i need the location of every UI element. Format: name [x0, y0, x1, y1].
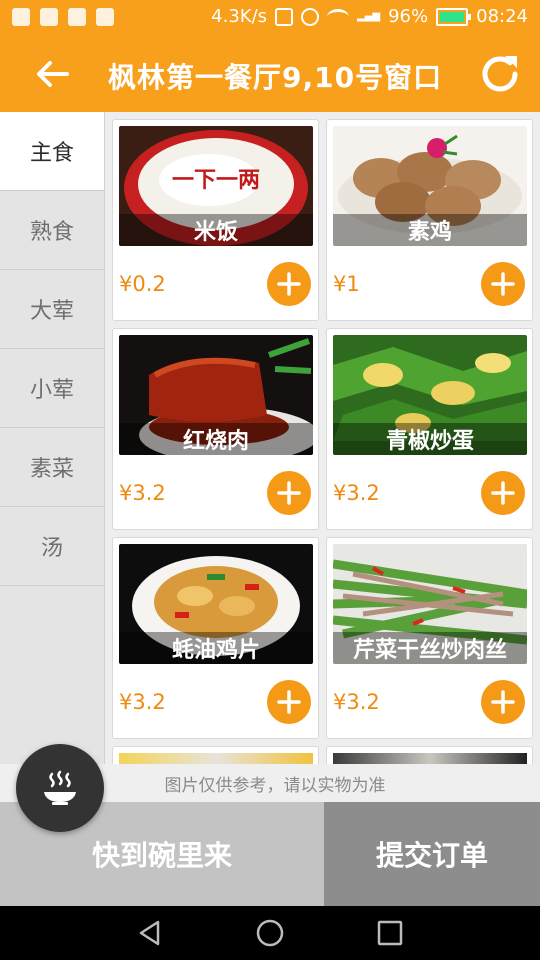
dish-card[interactable]: 青椒炒蛋 ¥3.2	[326, 328, 533, 530]
rice-photo-caption: 一下一两	[171, 168, 260, 193]
add-to-cart-button[interactable]	[267, 471, 311, 515]
dish-photo: 红烧肉	[119, 335, 313, 455]
dish-photo: 芹菜干丝炒肉丝	[333, 544, 527, 664]
category-label: 汤	[40, 536, 63, 561]
dish-card[interactable]: 蚝油鸡片 ¥3.2	[112, 537, 319, 739]
dish-photo	[333, 753, 527, 764]
category-item-small-meat[interactable]: 小荤	[0, 349, 104, 428]
dish-card[interactable]: 素鸡 ¥1	[326, 119, 533, 321]
category-label: 熟食	[29, 220, 74, 245]
status-bar: 4.3K/s ▂▄▆ 96% 08:24	[0, 0, 540, 36]
dish-photo: 一下一两 米饭	[119, 126, 313, 246]
square-recents-icon	[377, 920, 403, 946]
arrow-left-icon	[37, 61, 69, 87]
status-right: 4.3K/s ▂▄▆ 96% 08:24	[211, 6, 528, 27]
dish-price: ¥0.2	[119, 272, 166, 296]
dish-name: 芹菜干丝炒肉丝	[352, 638, 507, 663]
plus-icon	[491, 272, 515, 296]
dish-card-partial[interactable]	[326, 746, 533, 764]
system-nav-bar	[0, 906, 540, 960]
plus-icon	[277, 690, 301, 714]
submit-button-label: 提交订单	[375, 839, 488, 872]
add-to-cart-button[interactable]	[481, 471, 525, 515]
notification-icons	[12, 8, 114, 26]
signal-icon: ▂▄▆	[357, 10, 381, 22]
category-label: 素菜	[29, 457, 74, 482]
bowl-cart-fab[interactable]	[16, 744, 104, 832]
dish-price: ¥3.2	[333, 481, 380, 505]
dish-photo: 青椒炒蛋	[333, 335, 527, 455]
category-sidebar: 主食 熟食 大荤 小荤 素菜 汤	[0, 112, 105, 764]
dish-card[interactable]: 芹菜干丝炒肉丝 ¥3.2	[326, 537, 533, 739]
dish-name-strip: 青椒炒蛋	[333, 423, 527, 455]
category-item-vegetable[interactable]: 素菜	[0, 428, 104, 507]
vibrate-icon	[275, 7, 294, 26]
add-to-cart-button[interactable]	[481, 680, 525, 724]
disclaimer-text: 图片仅供参考，请以实物为准	[164, 775, 386, 796]
refresh-icon	[482, 56, 518, 92]
dish-card[interactable]: 一下一两 米饭 ¥0.2	[112, 119, 319, 321]
alarm-icon	[301, 7, 320, 26]
add-to-cart-button[interactable]	[481, 262, 525, 306]
category-item-cooked[interactable]: 熟食	[0, 191, 104, 270]
notification-icon	[12, 8, 30, 26]
nav-home-button[interactable]	[240, 906, 300, 960]
app-bar: 枫林第一餐厅9,10号窗口	[0, 36, 540, 112]
battery-percent: 96%	[388, 6, 429, 27]
plus-icon	[491, 690, 515, 714]
notification-icon	[68, 8, 86, 26]
add-to-cart-button[interactable]	[267, 680, 311, 724]
back-button[interactable]	[30, 54, 74, 94]
dish-name: 青椒炒蛋	[385, 429, 474, 454]
clock: 08:24	[476, 6, 528, 27]
dish-photo	[119, 753, 313, 764]
notification-icon	[40, 8, 58, 26]
refresh-button[interactable]	[476, 50, 524, 98]
plus-icon	[277, 481, 301, 505]
dish-name: 米饭	[193, 220, 238, 245]
category-label: 主食	[29, 141, 74, 166]
submit-order-button[interactable]: 提交订单	[324, 802, 540, 906]
cart-button-label: 快到碗里来	[91, 839, 232, 872]
dish-name: 蚝油鸡片	[171, 638, 260, 663]
dish-name-strip: 蚝油鸡片	[119, 632, 313, 664]
dish-photo: 蚝油鸡片	[119, 544, 313, 664]
category-label: 小荤	[29, 378, 74, 403]
circle-home-icon	[256, 919, 284, 947]
plus-icon	[277, 272, 301, 296]
dish-name: 素鸡	[407, 220, 452, 245]
dish-name-strip: 米饭	[119, 214, 313, 246]
steaming-bowl-icon	[44, 770, 76, 805]
add-to-cart-button[interactable]	[267, 262, 311, 306]
category-item-big-meat[interactable]: 大荤	[0, 270, 104, 349]
dish-name-strip: 红烧肉	[119, 423, 313, 455]
battery-icon	[436, 7, 472, 26]
category-item-staple[interactable]: 主食	[0, 112, 104, 191]
dish-name-strip: 素鸡	[333, 214, 527, 246]
dish-name: 红烧肉	[182, 429, 249, 454]
dish-photo: 素鸡	[333, 126, 527, 246]
category-label: 大荤	[29, 299, 74, 324]
page-title: 枫林第一餐厅9,10号窗口	[108, 61, 443, 94]
dish-card[interactable]: 红烧肉 ¥3.2	[112, 328, 319, 530]
dish-name-strip: 芹菜干丝炒肉丝	[333, 632, 527, 664]
network-speed: 4.3K/s	[211, 6, 268, 27]
nav-recents-button[interactable]	[360, 906, 420, 960]
category-item-soup[interactable]: 汤	[0, 507, 104, 586]
triangle-back-icon	[139, 920, 160, 946]
nav-back-button[interactable]	[120, 906, 180, 960]
dish-price: ¥3.2	[333, 690, 380, 714]
plus-icon	[491, 481, 515, 505]
notification-icon	[96, 8, 114, 26]
dish-price: ¥3.2	[119, 690, 166, 714]
dish-grid: 一下一两 米饭 ¥0.2 素鸡 ¥1 红烧肉 ¥3.2 青椒炒蛋 ¥3.2 蚝油…	[105, 112, 540, 764]
dish-price: ¥3.2	[119, 481, 166, 505]
dish-price: ¥1	[333, 272, 360, 296]
wifi-icon	[327, 8, 350, 25]
dish-card-partial[interactable]	[112, 746, 319, 764]
